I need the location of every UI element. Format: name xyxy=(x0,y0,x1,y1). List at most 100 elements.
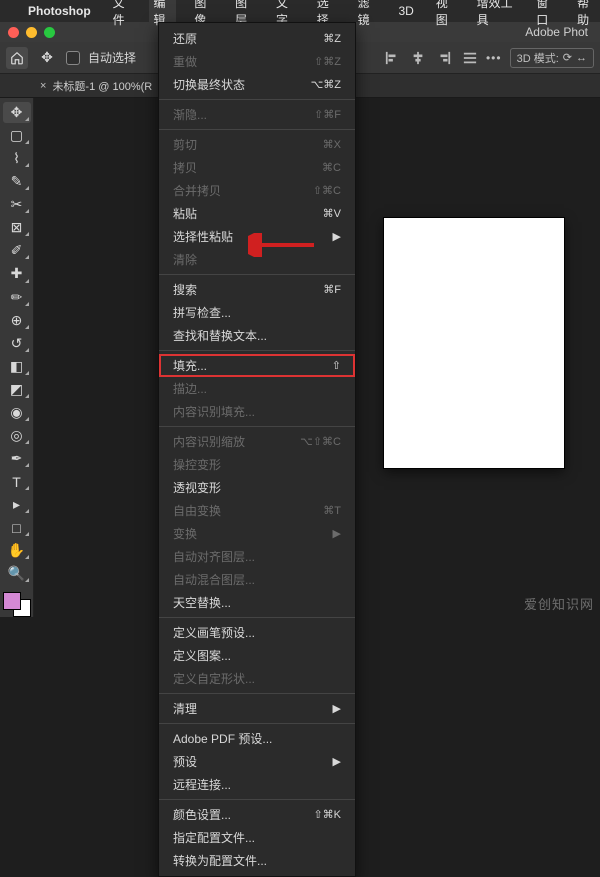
menu-item: 清除 xyxy=(159,248,355,271)
menu-item-label: 定义图案... xyxy=(173,647,231,664)
menu-item-shortcut: ⇧⌘C xyxy=(313,184,341,197)
tool-panel: ✥▢⌇✎✂⊠✐✚ ✏⊕↺◧◩◉◎✒T▸□✋🔍 xyxy=(0,98,34,617)
align-h-center-button[interactable] xyxy=(408,48,428,68)
menu-item-label: 定义画笔预设... xyxy=(173,624,255,641)
minimize-button[interactable] xyxy=(26,27,37,38)
menu-item[interactable]: 远程连接... xyxy=(159,773,355,796)
menu-item[interactable]: 预设▶ xyxy=(159,750,355,773)
menu-item: 操控变形 xyxy=(159,453,355,476)
crop-tool[interactable]: ✂ xyxy=(3,194,31,215)
zoom-tool[interactable]: 🔍 xyxy=(3,563,31,584)
menu-item: 重做⇧⌘Z xyxy=(159,50,355,73)
menu-item: 拷贝⌘C xyxy=(159,156,355,179)
submenu-indicator-icon xyxy=(25,486,29,490)
menu-item[interactable]: Adobe PDF 预设... xyxy=(159,727,355,750)
menu-item-shortcut: ▶ xyxy=(333,230,341,243)
home-button[interactable] xyxy=(6,47,28,69)
menu-item-shortcut: ⇧ xyxy=(332,359,341,372)
menu-item-label: 重做 xyxy=(173,53,197,70)
menu-item-label: 自动对齐图层... xyxy=(173,548,255,565)
dodge-tool[interactable]: ◎ xyxy=(3,425,31,446)
menu-item: 自动对齐图层... xyxy=(159,545,355,568)
menu-item-shortcut: ⇧⌘K xyxy=(313,808,341,821)
path-select-tool[interactable]: ▸ xyxy=(3,494,31,515)
menubar-view[interactable]: 视图 xyxy=(432,0,459,30)
menu-item[interactable]: 选择性粘贴▶ xyxy=(159,225,355,248)
more-options-button[interactable]: ••• xyxy=(486,51,502,65)
healing-tool[interactable]: ✚ xyxy=(3,263,31,284)
menu-item-label: 清理 xyxy=(173,700,197,717)
menu-item[interactable]: 清理▶ xyxy=(159,697,355,720)
menu-item: 内容识别缩放⌥⇧⌘C xyxy=(159,430,355,453)
submenu-indicator-icon xyxy=(25,117,29,121)
color-swatches[interactable] xyxy=(3,592,31,617)
align-right-button[interactable] xyxy=(434,48,454,68)
menubar-file[interactable]: 文件 xyxy=(109,0,136,30)
menu-item[interactable]: 定义画笔预设... xyxy=(159,621,355,644)
maximize-button[interactable] xyxy=(44,27,55,38)
document-tab[interactable]: × 未标题-1 @ 100%(R xyxy=(40,78,152,94)
menu-item[interactable]: 指定配置文件... xyxy=(159,826,355,849)
frame-tool[interactable]: ⊠ xyxy=(3,217,31,238)
menu-item-label: 切换最终状态 xyxy=(173,76,245,93)
close-tab-icon[interactable]: × xyxy=(40,80,46,92)
menu-item: 定义自定形状... xyxy=(159,667,355,690)
3d-mode-dropdown[interactable]: 3D 模式: ⟳ ↔ xyxy=(510,48,594,68)
menu-item[interactable]: 天空替换... xyxy=(159,591,355,614)
menu-item-label: 剪切 xyxy=(173,136,197,153)
menu-item[interactable]: 搜索⌘F xyxy=(159,278,355,301)
menu-item-label: 内容识别填充... xyxy=(173,403,255,420)
submenu-indicator-icon xyxy=(25,186,29,190)
menu-item: 变换▶ xyxy=(159,522,355,545)
menu-item[interactable]: 切换最终状态⌥⌘Z xyxy=(159,73,355,96)
menu-item-label: 自由变换 xyxy=(173,502,221,519)
distribute-button[interactable] xyxy=(460,48,480,68)
menu-item[interactable]: 透视变形 xyxy=(159,476,355,499)
menubar-filter[interactable]: 滤镜 xyxy=(354,0,381,30)
eraser-tool[interactable]: ◧ xyxy=(3,356,31,377)
menu-item-label: 填充... xyxy=(173,357,207,374)
auto-select-checkbox[interactable] xyxy=(66,51,80,65)
submenu-indicator-icon xyxy=(25,140,29,144)
submenu-indicator-icon xyxy=(25,509,29,513)
menubar-plugins[interactable]: 增效工具 xyxy=(473,0,519,30)
stamp-tool[interactable]: ⊕ xyxy=(3,310,31,331)
submenu-indicator-icon xyxy=(25,578,29,582)
menu-item-label: 粘贴 xyxy=(173,205,197,222)
menu-item[interactable]: 拼写检查... xyxy=(159,301,355,324)
menu-item[interactable]: 粘贴⌘V xyxy=(159,202,355,225)
pen-tool[interactable]: ✒ xyxy=(3,448,31,469)
eyedropper-tool[interactable]: ✐ xyxy=(3,240,31,261)
menu-item-label: 指定配置文件... xyxy=(173,829,255,846)
menu-item: 合并拷贝⇧⌘C xyxy=(159,179,355,202)
menu-item-label: 还原 xyxy=(173,30,197,47)
move-tool[interactable]: ✥ xyxy=(3,102,31,123)
type-tool[interactable]: T xyxy=(3,471,31,492)
quick-select-tool[interactable]: ✎ xyxy=(3,171,31,192)
brush-tool[interactable]: ✏ xyxy=(3,287,31,308)
menu-item-label: 内容识别缩放 xyxy=(173,433,245,450)
align-left-button[interactable] xyxy=(382,48,402,68)
menu-item[interactable]: 查找和替换文本... xyxy=(159,324,355,347)
history-brush-tool[interactable]: ↺ xyxy=(3,333,31,354)
menu-item[interactable]: 转换为配置文件... xyxy=(159,849,355,872)
menu-item[interactable]: 定义图案... xyxy=(159,644,355,667)
menu-item[interactable]: 填充... ⇧ xyxy=(159,354,355,377)
close-button[interactable] xyxy=(8,27,19,38)
menubar-3d[interactable]: 3D xyxy=(394,2,417,20)
window-title: Adobe Phot xyxy=(525,25,588,39)
gradient-tool[interactable]: ◩ xyxy=(3,379,31,400)
menu-item-shortcut: ⌘Z xyxy=(323,32,341,45)
menu-item: 描边... xyxy=(159,377,355,400)
blur-tool[interactable]: ◉ xyxy=(3,402,31,423)
menu-item[interactable]: 还原 ⌘Z xyxy=(159,27,355,50)
shape-tool[interactable]: □ xyxy=(3,517,31,538)
submenu-indicator-icon xyxy=(25,348,29,352)
lasso-tool[interactable]: ⌇ xyxy=(3,148,31,169)
menu-item[interactable]: 颜色设置...⇧⌘K xyxy=(159,803,355,826)
foreground-color-swatch[interactable] xyxy=(3,592,21,610)
menubar-app[interactable]: Photoshop xyxy=(24,2,95,20)
marquee-tool[interactable]: ▢ xyxy=(3,125,31,146)
document-canvas[interactable] xyxy=(384,218,564,468)
hand-tool[interactable]: ✋ xyxy=(3,540,31,561)
